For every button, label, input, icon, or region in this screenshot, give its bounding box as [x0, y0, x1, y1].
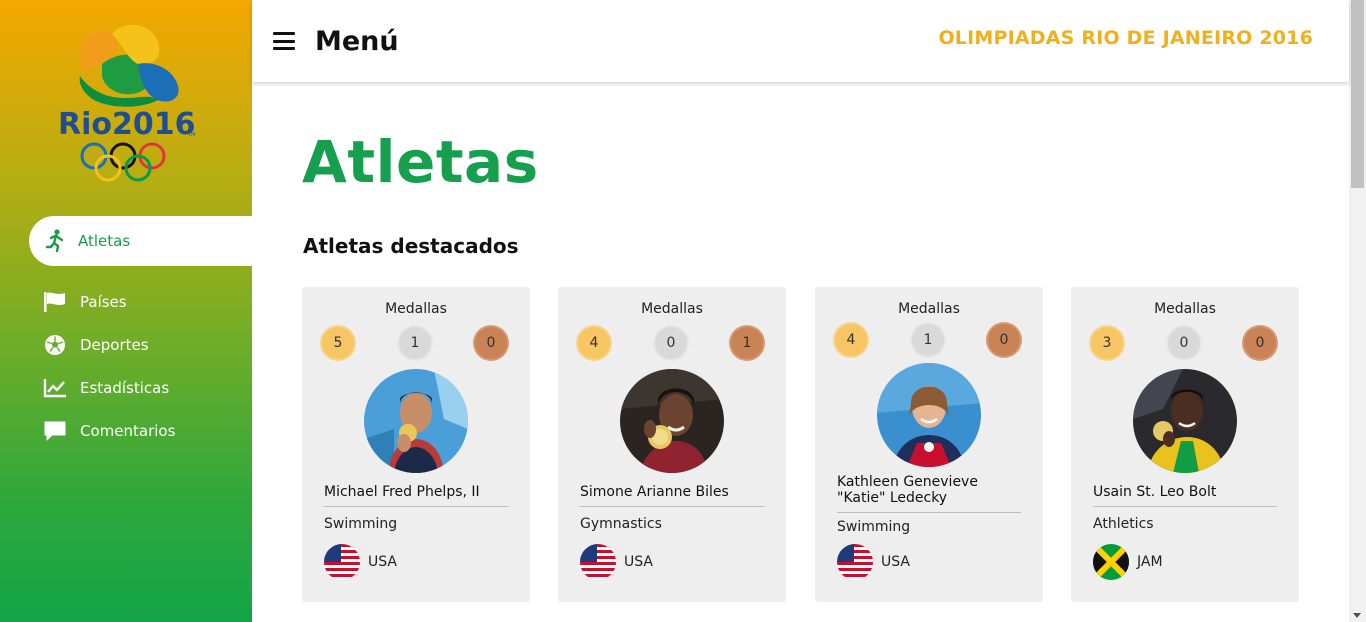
athlete-card[interactable]: Medallas 5 1 0 Michael Fred Phelps, II S…: [302, 287, 530, 602]
athlete-country: USA: [324, 544, 397, 580]
athlete-card[interactable]: Medallas 3 0 0 Usain St. Leo Bolt Athlet…: [1071, 287, 1299, 602]
sidebar-item-deportes[interactable]: Deportes: [0, 324, 252, 366]
main-content: Atletas Atletas destacados Medallas 5 1 …: [252, 82, 1349, 622]
athlete-country: USA: [580, 544, 653, 580]
silver-medal-count: 1: [912, 324, 944, 356]
line-chart-icon: [42, 377, 68, 399]
top-header: Menú OLIMPIADAS RIO DE JANEIRO 2016: [252, 0, 1349, 82]
gold-medal-count: 4: [578, 327, 610, 359]
athlete-sport: Swimming: [837, 519, 911, 535]
bronze-medal-count: 0: [475, 327, 507, 359]
sidebar-item-estadisticas[interactable]: Estadísticas: [0, 367, 252, 409]
comment-icon: [42, 420, 68, 442]
athlete-sport: Athletics: [1093, 516, 1154, 532]
athlete-card[interactable]: Medallas 4 0 1 Simone Arianne Biles Gymn…: [558, 287, 786, 602]
country-code: USA: [624, 554, 653, 570]
jamaica-flag-icon: [1093, 544, 1129, 580]
country-code: JAM: [1137, 554, 1163, 570]
athlete-photo: [877, 363, 981, 467]
bronze-medal-count: 0: [1244, 327, 1276, 359]
silver-medal-count: 1: [399, 327, 431, 359]
athlete-country: USA: [837, 544, 910, 580]
bronze-medal-count: 0: [988, 324, 1020, 356]
medals-label: Medallas: [641, 301, 703, 317]
flag-icon: [42, 291, 68, 313]
rio2016-logo[interactable]: Rio2016 TM: [54, 14, 204, 186]
sidebar-item-paises[interactable]: Países: [0, 281, 252, 323]
logo-wordmark: Rio2016: [58, 107, 196, 142]
gold-medal-count: 4: [835, 324, 867, 356]
page-title: Atletas: [302, 128, 539, 196]
gold-medal-count: 3: [1091, 327, 1123, 359]
section-title: Atletas destacados: [303, 234, 519, 258]
athlete-sport: Swimming: [324, 516, 398, 532]
sidebar-item-label: Países: [80, 293, 127, 311]
scrollbar-thumb[interactable]: [1351, 0, 1364, 188]
sidebar-nav: Atletas Países Deportes Estadísticas Com…: [0, 216, 252, 453]
athlete-name[interactable]: Simone Arianne Biles: [580, 484, 764, 507]
site-title: OLIMPIADAS RIO DE JANEIRO 2016: [938, 27, 1313, 49]
athlete-card[interactable]: Medallas 4 1 0 Kathleen Genevieve "Katie…: [815, 287, 1043, 602]
sidebar-item-comentarios[interactable]: Comentarios: [0, 410, 252, 452]
silver-medal-count: 0: [655, 327, 687, 359]
usa-flag-icon: [324, 544, 360, 580]
sidebar-item-label: Comentarios: [80, 422, 176, 440]
menu-label[interactable]: Menú: [315, 26, 399, 57]
athlete-name[interactable]: Kathleen Genevieve "Katie" Ledecky: [837, 474, 1021, 513]
medals-label: Medallas: [385, 301, 447, 317]
usa-flag-icon: [837, 544, 873, 580]
sidebar: Rio2016 TM Atletas Países Deportes Estad…: [0, 0, 252, 622]
sidebar-item-label: Estadísticas: [80, 379, 170, 397]
athlete-country: JAM: [1093, 544, 1163, 580]
hamburger-menu-icon[interactable]: [273, 32, 295, 50]
soccer-ball-icon: [42, 334, 68, 356]
gold-medal-count: 5: [322, 327, 354, 359]
scroll-down-arrow-icon[interactable]: [1353, 613, 1361, 618]
silver-medal-count: 0: [1168, 327, 1200, 359]
athlete-photo: [1133, 369, 1237, 473]
medals-label: Medallas: [898, 301, 960, 317]
sidebar-item-label: Deportes: [80, 336, 149, 354]
athlete-photo: [620, 369, 724, 473]
bronze-medal-count: 1: [731, 327, 763, 359]
sidebar-item-label: Atletas: [78, 232, 131, 250]
runner-icon: [42, 229, 68, 253]
country-code: USA: [368, 554, 397, 570]
usa-flag-icon: [580, 544, 616, 580]
athlete-name[interactable]: Usain St. Leo Bolt: [1093, 484, 1277, 507]
athlete-name[interactable]: Michael Fred Phelps, II: [324, 484, 508, 507]
logo-trademark: TM: [187, 132, 195, 138]
country-code: USA: [881, 554, 910, 570]
athlete-photo: [364, 369, 468, 473]
sidebar-item-atletas[interactable]: Atletas: [29, 216, 252, 266]
athlete-sport: Gymnastics: [580, 516, 662, 532]
page-scrollbar[interactable]: [1349, 0, 1366, 622]
medals-label: Medallas: [1154, 301, 1216, 317]
